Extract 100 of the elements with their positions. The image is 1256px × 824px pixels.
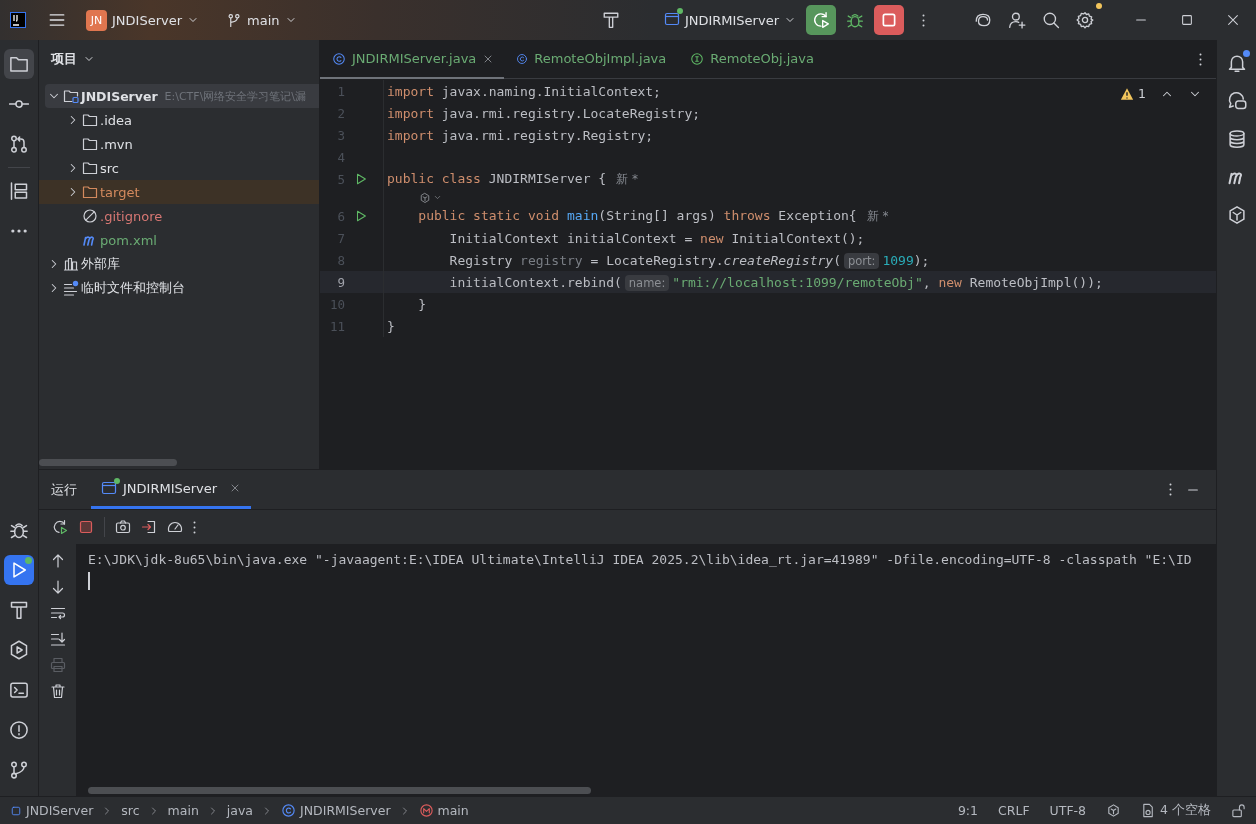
breadcrumb[interactable]: java xyxy=(226,803,254,818)
warning-count[interactable]: 1 xyxy=(1120,86,1146,101)
database-icon xyxy=(1226,129,1247,149)
tree-item[interactable]: 临时文件和控制台 xyxy=(45,276,319,300)
scratch-list-icon xyxy=(63,280,79,296)
add-user-icon[interactable] xyxy=(1008,11,1026,29)
line-number: 9 xyxy=(336,274,345,290)
running-dot xyxy=(114,478,120,484)
class-icon xyxy=(332,51,346,66)
swirl-icon[interactable] xyxy=(974,11,992,29)
chat-icon xyxy=(1226,91,1247,111)
more-icon[interactable] xyxy=(1199,52,1202,66)
more-icon[interactable] xyxy=(193,520,196,534)
window-icon xyxy=(663,10,680,27)
app-logo-icon[interactable] xyxy=(10,12,26,28)
maximize-icon[interactable] xyxy=(1180,13,1194,27)
run-icon[interactable] xyxy=(354,172,368,186)
console-output: E:\JDK\jdk-8u65\bin\java.exe "-javaagent:E:\IDEA Ultimate\IntelliJ IDEA 2025.2\lib\idea_rt.jar=41989" -Dfile.encoding=UTF-8 -classpath "E:\ID xyxy=(88,551,1193,569)
bell-icon xyxy=(1226,53,1247,73)
tree-item[interactable]: .mvn xyxy=(64,132,319,156)
code-line: public class JNDIRMIServer { 新 * xyxy=(387,170,638,188)
running-dot xyxy=(676,7,683,14)
folder-icon xyxy=(9,54,29,74)
warning-circle-icon xyxy=(9,720,29,740)
project-badge: JN xyxy=(86,9,107,31)
more-icon[interactable] xyxy=(921,13,925,27)
module-icon xyxy=(10,804,22,817)
method-icon xyxy=(418,803,434,818)
breadcrumb[interactable]: JNDIServer xyxy=(10,803,94,818)
more-icon[interactable] xyxy=(1169,483,1172,496)
branch-icon xyxy=(227,12,243,28)
run-configuration-selector[interactable]: JNDIRMIServer xyxy=(657,6,802,34)
stop-button[interactable] xyxy=(874,5,904,35)
trash-icon[interactable] xyxy=(49,683,66,699)
code-line: Registry registry = LocateRegistry.createRegistry( port: 1099); xyxy=(448,252,930,268)
tree-item[interactable]: pom.xml xyxy=(64,228,319,252)
rerun-icon[interactable] xyxy=(52,519,68,535)
scrollbar-thumb[interactable] xyxy=(39,459,177,466)
terminal-icon xyxy=(9,680,29,700)
gauge-icon[interactable] xyxy=(167,519,183,535)
caret-position[interactable]: 9:1 xyxy=(957,803,979,818)
caret-icon[interactable] xyxy=(433,193,442,202)
branch-selector[interactable]: main xyxy=(221,8,303,32)
bug-icon[interactable] xyxy=(846,11,864,29)
ai-sparkle-icon[interactable] xyxy=(1106,803,1122,818)
project-selector[interactable]: JN JNDIServer xyxy=(80,5,206,35)
scroll-to-end-icon[interactable] xyxy=(49,631,66,647)
code-line: } xyxy=(387,318,395,334)
tree-item[interactable]: .idea xyxy=(64,108,319,132)
code-line: import java.rmi.registry.Registry; xyxy=(387,127,654,143)
close-icon[interactable] xyxy=(1226,13,1240,27)
breadcrumb[interactable]: src xyxy=(121,803,140,818)
editor-tab[interactable]: RemoteObj.java xyxy=(678,40,853,79)
more-icon xyxy=(11,229,27,233)
menu-icon[interactable] xyxy=(48,11,66,29)
soft-wrap-icon[interactable] xyxy=(49,605,66,621)
rerun-icon xyxy=(812,11,830,29)
tree-item[interactable]: 外部库 xyxy=(45,252,319,276)
unlocked-icon[interactable] xyxy=(1231,803,1246,818)
breadcrumb[interactable]: main xyxy=(167,803,199,818)
structure-icon xyxy=(9,181,29,201)
folder-icon xyxy=(82,136,98,152)
file-encoding[interactable]: UTF-8 xyxy=(1049,803,1087,818)
window-icon xyxy=(101,480,117,496)
stop-icon[interactable] xyxy=(78,519,94,535)
breadcrumb[interactable]: main xyxy=(418,803,469,818)
rerun-button[interactable] xyxy=(806,5,836,35)
run-tab[interactable]: JNDIRMIServer xyxy=(91,470,252,509)
hammer-icon[interactable] xyxy=(601,11,620,29)
tree-item[interactable]: .gitignore xyxy=(64,204,319,228)
folder-icon xyxy=(82,112,98,128)
scrollbar-thumb[interactable] xyxy=(88,787,591,794)
line-separator[interactable]: CRLF xyxy=(998,803,1030,818)
editor-tab[interactable]: JNDIRMIServer.java xyxy=(320,40,505,79)
camera-icon[interactable] xyxy=(115,519,131,535)
code-line: initialContext.rebind( name: "rmi://localhost:1099/remoteObj", new RemoteObjImpl()); xyxy=(448,274,1103,290)
indent-setting[interactable]: 4 个空格 xyxy=(1141,802,1211,819)
author-hint[interactable]: 新 * xyxy=(616,171,638,186)
class-icon xyxy=(281,803,297,818)
ai-sparkle-icon[interactable] xyxy=(419,191,431,204)
code-line: InitialContext initialContext = new InitialContext(); xyxy=(448,230,865,246)
exit-icon[interactable] xyxy=(141,519,157,535)
prohibited-icon xyxy=(82,208,98,224)
settings-icon[interactable] xyxy=(1076,11,1094,29)
code-line: import java.rmi.registry.LocateRegistry; xyxy=(387,105,701,121)
tree-item[interactable]: src xyxy=(64,156,319,180)
folder-icon xyxy=(82,184,98,200)
breadcrumb[interactable]: JNDIRMIServer xyxy=(281,803,391,818)
run-icon[interactable] xyxy=(354,209,368,223)
panel-title: 运行 xyxy=(51,480,77,499)
branch-icon xyxy=(9,760,29,780)
hammer-icon xyxy=(9,600,29,620)
module-folder-icon xyxy=(63,88,79,104)
tool-window-button[interactable] xyxy=(4,555,34,585)
class-icon xyxy=(516,51,529,66)
editor-tab[interactable]: RemoteObjImpl.java xyxy=(504,40,679,79)
search-icon[interactable] xyxy=(1042,11,1060,29)
library-icon xyxy=(63,256,79,272)
author-hint[interactable]: 新 * xyxy=(866,208,889,223)
tool-window-button[interactable] xyxy=(4,49,34,79)
